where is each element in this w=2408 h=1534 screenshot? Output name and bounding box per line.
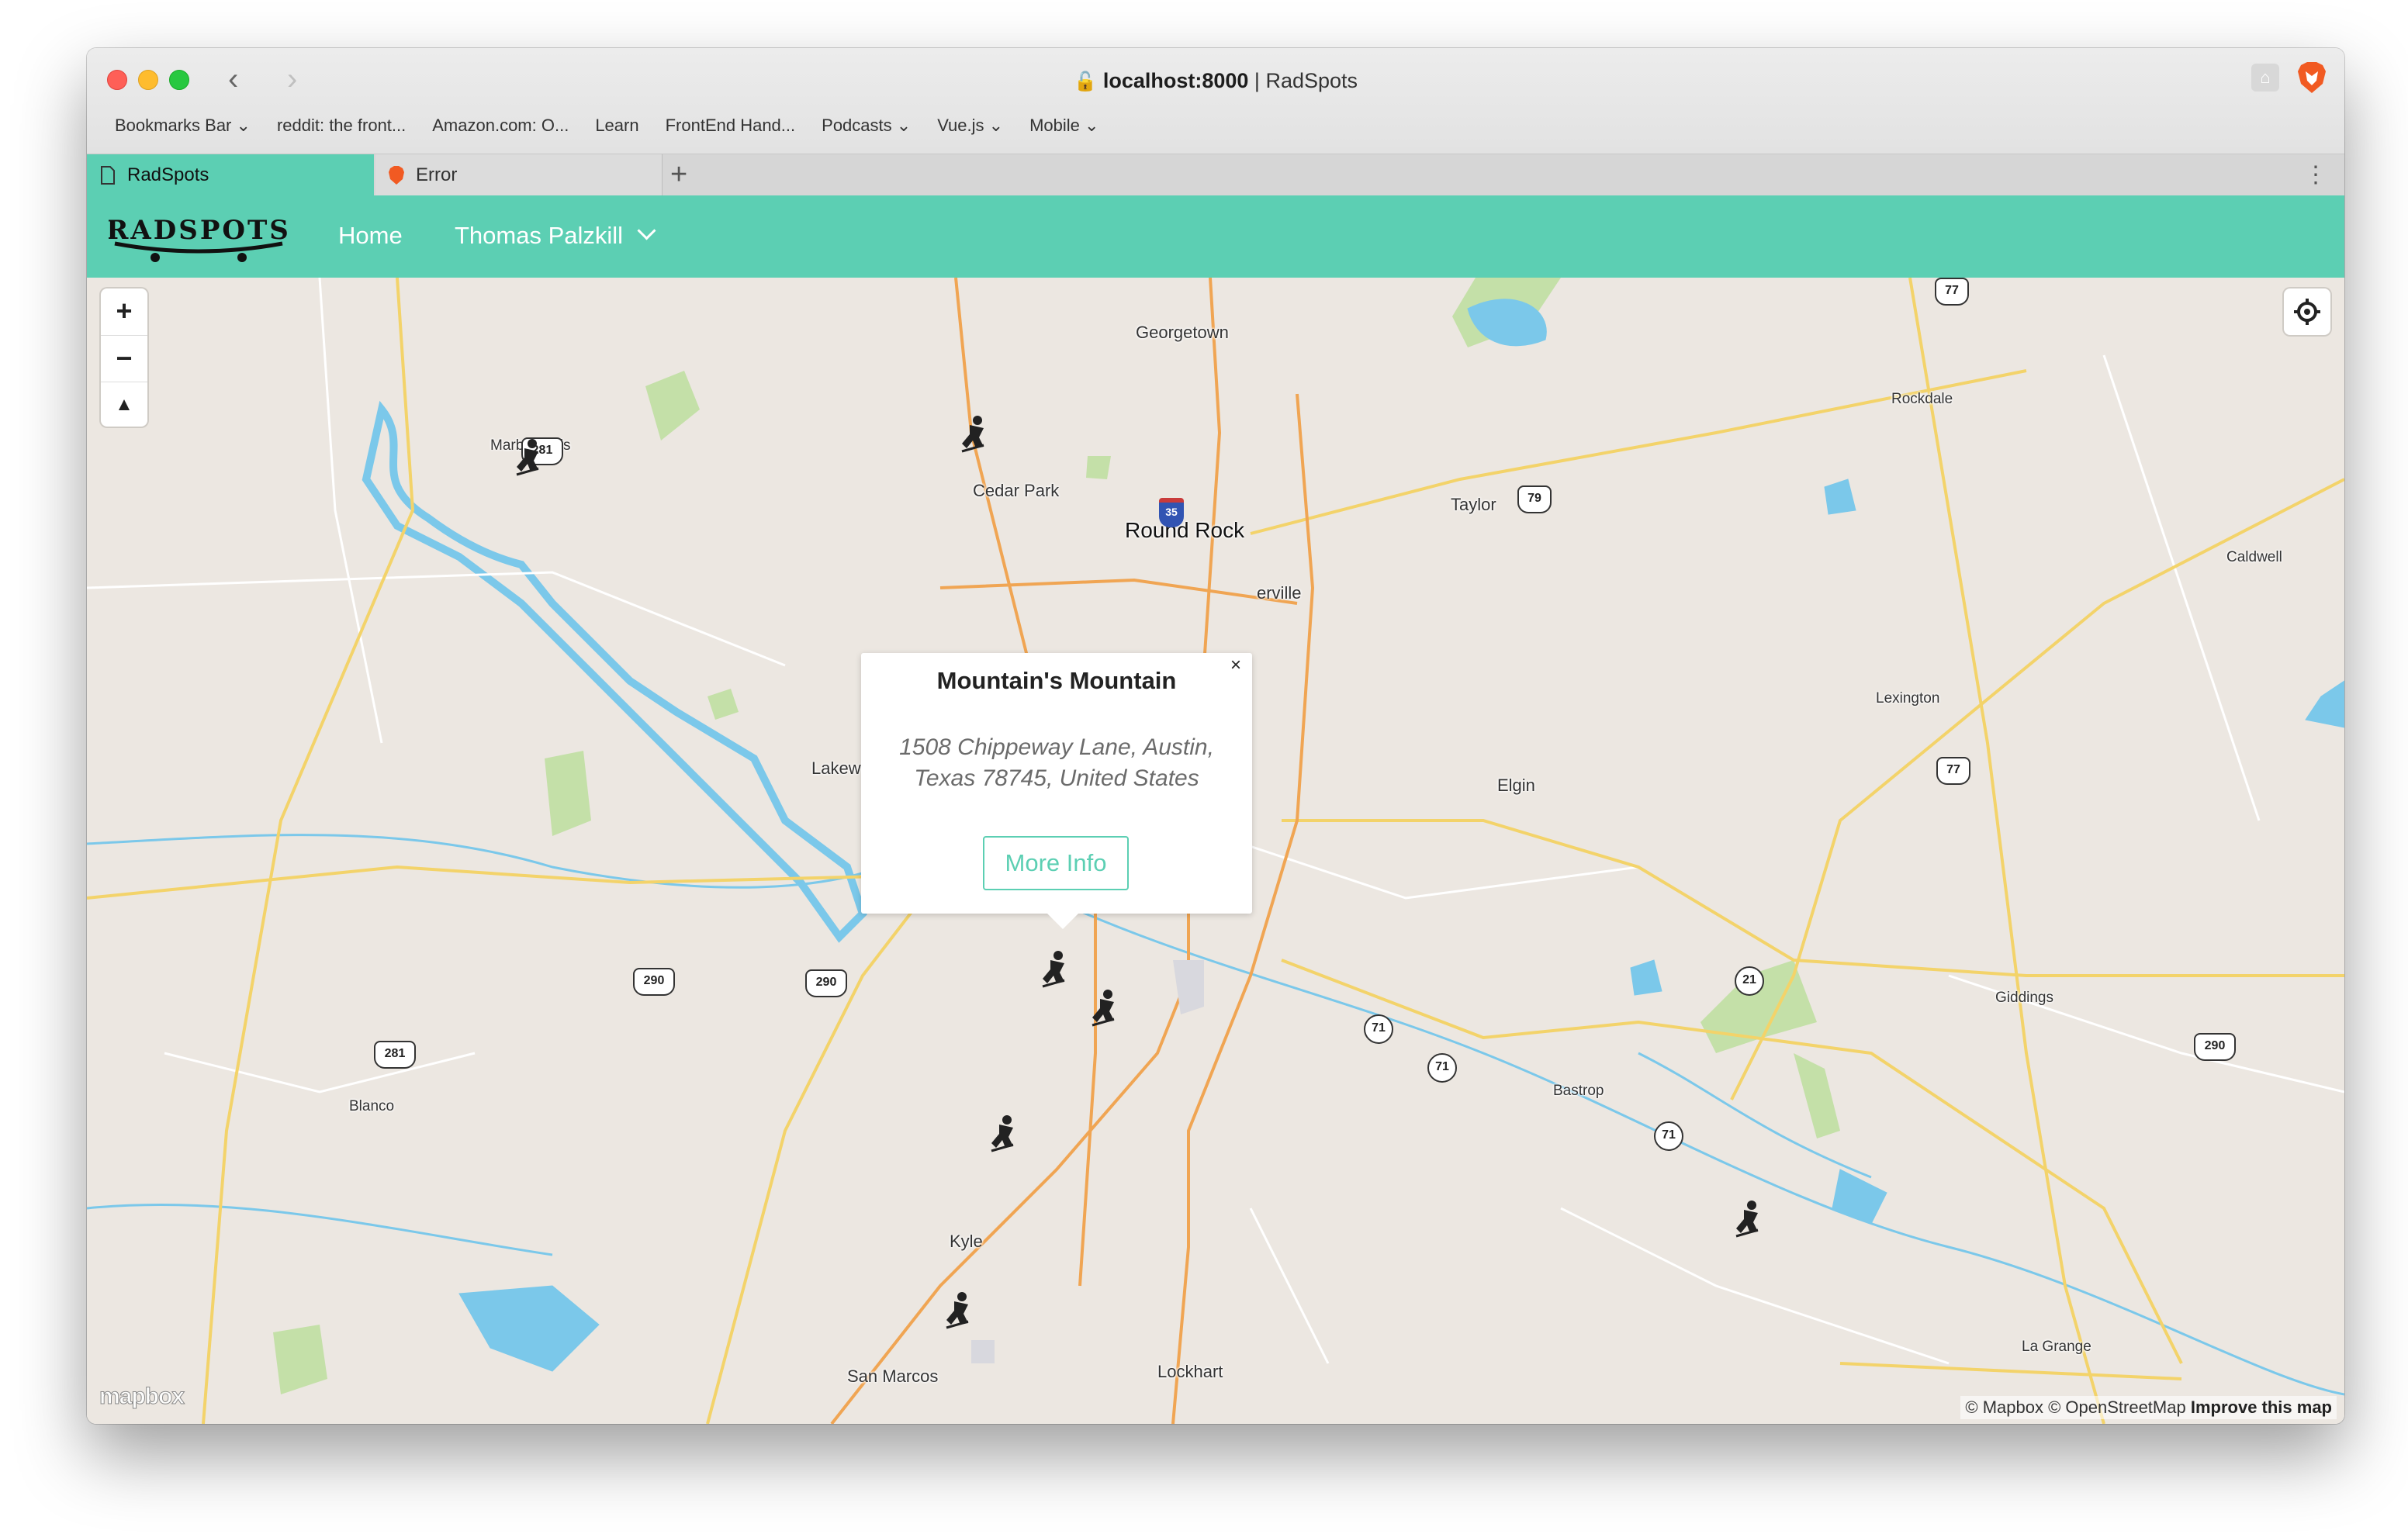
bookmark-item[interactable]: Learn: [595, 110, 638, 141]
highway-shield: 71: [1654, 1121, 1683, 1151]
map-label-city: San Marcos: [847, 1366, 939, 1386]
map-attribution: © Mapbox © OpenStreetMap Improve this ma…: [1960, 1396, 2337, 1419]
highway-shield: 77: [1936, 757, 1970, 785]
highway-shield: 290: [2194, 1033, 2236, 1061]
map-label-city: Lakew: [811, 758, 861, 778]
skater-marker-icon[interactable]: [1038, 949, 1072, 991]
app-navbar: RADSPOTS Home Thomas Palzkill: [87, 195, 2344, 278]
radspots-logo[interactable]: RADSPOTS: [109, 209, 289, 267]
extension-icon[interactable]: ⌂: [2251, 64, 2279, 92]
user-menu[interactable]: Thomas Palzkill: [455, 216, 656, 256]
highway-shield: 281: [374, 1041, 416, 1069]
bookmark-item[interactable]: reddit: the front...: [277, 110, 406, 141]
browser-titlebar: ‹ › 🔓 localhost:8000 | RadSpots ⌂ Bookmar…: [87, 48, 2344, 154]
bookmark-item[interactable]: Podcasts ⌄: [822, 110, 911, 141]
improve-map-link[interactable]: Improve this map: [2191, 1398, 2332, 1417]
brave-lion-icon[interactable]: [2296, 60, 2327, 95]
map-label-city: Rockdale: [1891, 391, 1953, 407]
unlocked-icon: 🔓: [1073, 71, 1097, 92]
skater-marker-icon[interactable]: [1732, 1199, 1766, 1241]
tab-label: RadSpots: [127, 164, 209, 185]
nav-home-link[interactable]: Home: [338, 216, 403, 256]
map-label-city: erville: [1257, 583, 1302, 603]
tab-error[interactable]: Error: [375, 154, 663, 196]
map-label-city: Giddings: [1995, 990, 2053, 1006]
popup-address: 1508 Chippeway Lane, Austin, Texas 78745…: [899, 734, 1214, 791]
tab-strip: RadSpots Error + ⋮: [87, 154, 2344, 196]
map-label-city: Blanco: [349, 1098, 395, 1114]
popup-title: Mountain's Mountain: [936, 667, 1177, 694]
map-label-city: Caldwell: [2226, 549, 2282, 565]
highway-shield: 77: [1935, 278, 1969, 306]
bookmark-item[interactable]: Mobile ⌄: [1029, 110, 1098, 141]
map-label-city: Round Rock: [1125, 518, 1245, 542]
highway-shield: 79: [1517, 485, 1552, 513]
highway-shield: 71: [1427, 1053, 1457, 1083]
tab-label: Error: [416, 164, 458, 185]
highway-shield: 21: [1735, 966, 1764, 996]
geolocate-button[interactable]: [2284, 288, 2330, 335]
highway-shield: 71: [1364, 1014, 1393, 1044]
tab-menu-button[interactable]: ⋮: [2304, 154, 2327, 196]
bookmark-item[interactable]: Bookmarks Bar ⌄: [115, 110, 251, 141]
interstate-shield: 35: [1159, 498, 1184, 527]
mapbox-logo[interactable]: mapbox: [99, 1384, 185, 1410]
map-label-city: Georgetown: [1136, 323, 1229, 342]
map-label-city: La Grange: [2022, 1339, 2091, 1355]
new-tab-button[interactable]: +: [670, 154, 687, 196]
map-label-city: Elgin: [1497, 776, 1535, 795]
bookmarks-bar: Bookmarks Bar ⌄ reddit: the front... Ama…: [115, 110, 1098, 141]
target-icon: [2294, 299, 2320, 325]
skater-marker-icon[interactable]: [942, 1290, 976, 1332]
map-label-city: Kyle: [950, 1232, 983, 1251]
skater-marker-icon[interactable]: [987, 1114, 1021, 1156]
map-label-city: Lockhart: [1157, 1362, 1223, 1381]
highway-shield: 290: [633, 968, 675, 996]
skater-marker-icon[interactable]: [1088, 988, 1122, 1030]
highway-shield: 290: [805, 969, 847, 997]
skater-marker-icon[interactable]: [512, 437, 546, 479]
compass-icon[interactable]: ▲: [101, 382, 147, 427]
bookmark-item[interactable]: Vue.js ⌄: [937, 110, 1003, 141]
address-title: RadSpots: [1265, 69, 1358, 92]
tab-radspots[interactable]: RadSpots: [87, 154, 374, 196]
map-label-city: Taylor: [1451, 495, 1496, 514]
document-icon: [101, 166, 115, 185]
attribution-text[interactable]: © Mapbox © OpenStreetMap: [1965, 1398, 2185, 1417]
map-label-city: Cedar Park: [973, 481, 1060, 500]
address-separator: |: [1248, 69, 1266, 92]
bookmark-item[interactable]: Amazon.com: O...: [432, 110, 569, 141]
map-label-city: Bastrop: [1553, 1083, 1604, 1099]
address-bar[interactable]: 🔓 localhost:8000 | RadSpots: [87, 65, 2344, 98]
svg-text:RADSPOTS: RADSPOTS: [109, 215, 289, 246]
map-label-city: Lexington: [1876, 690, 1940, 707]
brave-lion-icon: [389, 166, 404, 185]
zoom-control: + − ▲: [101, 288, 147, 427]
chevron-down-icon: [637, 221, 656, 240]
zoom-out-button[interactable]: −: [101, 335, 147, 381]
zoom-in-button[interactable]: +: [101, 288, 147, 333]
browser-window: ‹ › 🔓 localhost:8000 | RadSpots ⌂ Bookmar…: [87, 48, 2344, 1424]
map-canvas[interactable]: Georgetown Marble Falls Cedar Park Round…: [87, 278, 2344, 1424]
skater-marker-icon[interactable]: [957, 414, 991, 456]
spot-popup: × Mountain's Mountain 1508 Chippeway Lan…: [861, 653, 1252, 929]
bookmark-item[interactable]: FrontEnd Hand...: [666, 110, 796, 141]
more-info-button[interactable]: More Info: [983, 836, 1129, 890]
user-name: Thomas Palzkill: [455, 222, 624, 249]
address-host: localhost:8000: [1102, 69, 1249, 92]
